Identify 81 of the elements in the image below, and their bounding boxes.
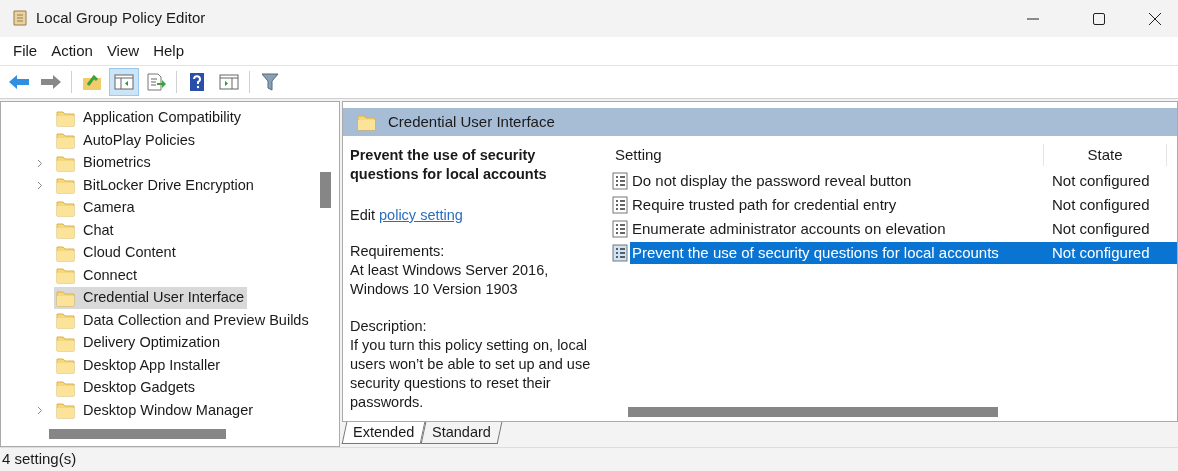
- tree-item[interactable]: Desktop Gadgets: [54, 377, 199, 400]
- folder-icon: [56, 379, 75, 397]
- folder-icon: [56, 267, 75, 285]
- scroll-icon: [11, 8, 29, 29]
- export-list-icon: [146, 73, 166, 91]
- folder-icon: [56, 222, 75, 240]
- folder-icon: [56, 132, 75, 150]
- panel-header-title: Credential User Interface: [388, 111, 555, 132]
- setting-cell-text: Do not display the password reveal button: [631, 170, 913, 191]
- policy-icon: [612, 172, 628, 190]
- table-row[interactable]: Enumerate administrator accounts on elevation Not configured: [630, 218, 1177, 240]
- vertical-scrollbar-thumb[interactable]: [320, 172, 331, 208]
- setting-cell-text: Prevent the use of security questions for local accounts: [631, 242, 1000, 263]
- tree-item[interactable]: BitLocker Drive Encryption: [54, 174, 257, 197]
- table-row[interactable]: Prevent the use of security questions for local accounts Not configured: [630, 242, 1177, 264]
- tree-item[interactable]: Data Collection and Preview Builds: [54, 309, 312, 332]
- help-icon: [189, 72, 205, 92]
- tree-item[interactable]: Chat: [54, 219, 117, 242]
- folder-icon: [56, 177, 75, 195]
- table-row[interactable]: Do not display the password reveal button Not configured: [630, 170, 1177, 192]
- view-tab[interactable]: Extended: [341, 422, 426, 444]
- state-cell-text: Not configured: [1052, 218, 1150, 239]
- folder-up-icon: [82, 73, 102, 91]
- tree-item[interactable]: AutoPlay Policies: [54, 129, 199, 152]
- tree-item[interactable]: Desktop Window Manager: [54, 399, 257, 422]
- requirements-text: At least Windows Server 2016, Windows 10 Version 1903: [350, 261, 550, 299]
- tree-item[interactable]: Cloud Content: [54, 242, 179, 265]
- policy-icon: [612, 196, 628, 214]
- column-header[interactable]: State: [1044, 143, 1167, 166]
- folder-icon: [56, 289, 75, 307]
- requirements-label: Requirements:: [350, 242, 446, 261]
- state-cell-text: Not configured: [1052, 194, 1150, 215]
- menu-item[interactable]: Help: [146, 39, 191, 63]
- tree-item[interactable]: Credential User Interface: [54, 287, 248, 310]
- policy-icon: [612, 244, 628, 262]
- tree-pane-icon: [114, 74, 134, 90]
- folder-icon: [56, 312, 75, 330]
- menu-item[interactable]: File: [6, 39, 45, 63]
- tree-item[interactable]: Camera: [54, 197, 138, 220]
- folder-icon: [56, 402, 75, 420]
- state-cell-text: Not configured: [1052, 170, 1150, 191]
- policy-title: Prevent the use of security questions for local accounts: [350, 146, 548, 184]
- status-text: 4 setting(s): [2, 449, 77, 470]
- menu-item[interactable]: Action: [44, 39, 100, 63]
- edit-label: Edit: [350, 207, 376, 223]
- state-cell-text: Not configured: [1052, 242, 1150, 263]
- close-icon: [1149, 12, 1161, 25]
- folder-icon: [56, 154, 75, 172]
- window-title: Local Group Policy Editor: [36, 8, 206, 29]
- folder-icon: [56, 357, 75, 375]
- expand-chevron-icon[interactable]: [37, 158, 43, 168]
- table-row[interactable]: Require trusted path for credential entry Not configured: [630, 194, 1177, 216]
- back-arrow-icon: [8, 74, 30, 90]
- column-header[interactable]: Setting: [599, 143, 1044, 166]
- tree-item[interactable]: Biometrics: [54, 152, 154, 175]
- minimize-icon: [1027, 17, 1039, 20]
- folder-icon: [56, 109, 75, 127]
- action-pane-icon: [219, 74, 239, 90]
- expand-chevron-icon[interactable]: [37, 406, 43, 416]
- folder-icon: [357, 113, 376, 131]
- description-label: Description:: [350, 317, 428, 336]
- tree-item[interactable]: Delivery Optimization: [54, 332, 223, 355]
- maximize-icon: [1093, 12, 1105, 25]
- setting-cell-text: Require trusted path for credential entry: [631, 194, 898, 215]
- forward-arrow-icon: [40, 74, 62, 90]
- description-text: If you turn this policy setting on, local users won’t be able to set up and use security questions to reset their passwords.: [350, 336, 592, 412]
- expand-chevron-icon[interactable]: [37, 181, 43, 191]
- tree-item[interactable]: Desktop App Installer: [54, 354, 224, 377]
- view-tab[interactable]: Standard: [420, 422, 503, 444]
- horizontal-scrollbar-thumb[interactable]: [628, 407, 998, 417]
- tree-item[interactable]: Application Compatibility: [54, 107, 244, 130]
- folder-icon: [56, 334, 75, 352]
- policy-setting-link[interactable]: policy setting: [379, 207, 463, 223]
- horizontal-scrollbar-thumb[interactable]: [49, 429, 226, 439]
- setting-cell-text: Enumerate administrator accounts on elevation: [631, 218, 947, 239]
- menu-item[interactable]: View: [99, 39, 147, 63]
- policy-icon: [612, 220, 628, 238]
- folder-icon: [56, 199, 75, 217]
- folder-icon: [56, 244, 75, 262]
- filter-icon: [261, 73, 279, 91]
- tree-item[interactable]: Connect: [54, 264, 140, 287]
